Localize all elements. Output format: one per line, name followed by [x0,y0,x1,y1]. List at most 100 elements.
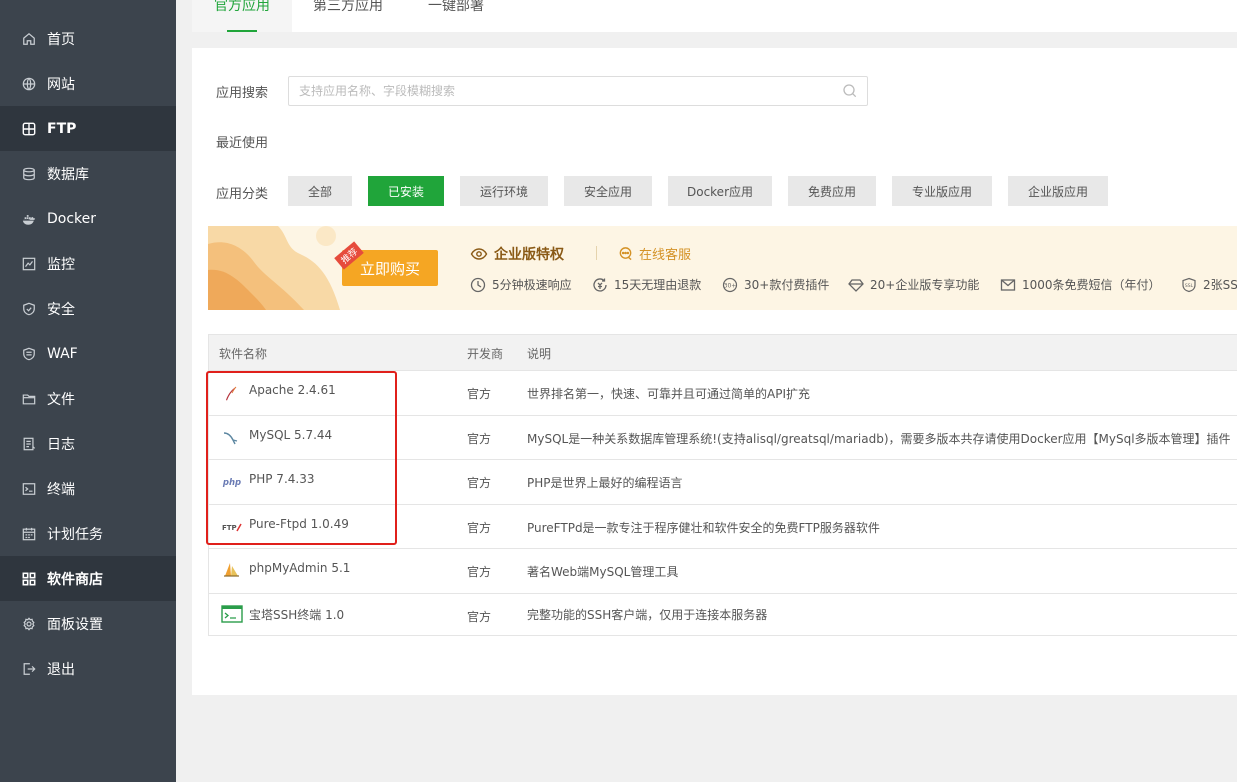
sidebar-item-label: 网站 [47,76,75,93]
category-enterprise[interactable]: 企业版应用 [1008,176,1108,206]
sidebar-item-panel-settings[interactable]: 面板设置 [0,601,176,646]
category-pro[interactable]: 专业版应用 [892,176,992,206]
log-icon [21,436,37,452]
sidebar: 首页 网站 FTP 数据库 Docker 监控 安全 WAF 文件 日志 终端 [0,0,176,782]
software-name[interactable]: phpMyAdmin 5.1 [249,561,350,575]
sidebar-item-label: 终端 [47,481,75,498]
recent-label: 最近使用 [216,136,269,151]
category-all[interactable]: 全部 [288,176,352,206]
buy-now-button[interactable]: 推荐 立即购买 [334,241,438,286]
banner-decoration [208,226,340,310]
search-label: 应用搜索 [216,86,269,101]
mail-icon [1000,277,1016,293]
software-name[interactable]: Pure-Ftpd 1.0.49 [249,517,349,531]
feature-label: 5分钟极速响应 [492,278,572,292]
home-icon [21,31,37,47]
feature-label: 30+款付费插件 [744,278,830,292]
mysql-dolphin-icon [221,429,241,447]
sidebar-item-website[interactable]: 网站 [0,61,176,106]
category-free[interactable]: 免费应用 [788,176,876,206]
globe-icon [21,76,37,92]
sidebar-item-logs[interactable]: 日志 [0,421,176,466]
phpmyadmin-sail-icon [221,561,241,579]
sidebar-item-label: WAF [47,345,78,362]
category-installed[interactable]: 已安装 [368,176,444,206]
sidebar-item-label: 计划任务 [47,526,103,543]
feature-refund: 15天无理由退款 [592,276,701,293]
eye-diamond-icon [470,245,488,263]
sidebar-item-cron[interactable]: 计划任务 [0,511,176,556]
sidebar-item-label: 数据库 [47,166,89,183]
feature-fast-response: 5分钟极速响应 [470,276,572,293]
category-docker[interactable]: Docker应用 [668,176,772,206]
banner-divider [596,246,597,260]
sidebar-item-label: Docker [47,210,97,227]
sidebar-item-waf[interactable]: WAF [0,331,176,376]
sidebar-item-files[interactable]: 文件 [0,376,176,421]
sidebar-item-app-store[interactable]: 软件商店 [0,556,176,601]
waf-shield-icon [21,346,37,362]
software-description: 著名Web端MySQL管理工具 [527,565,679,579]
terminal-icon [21,481,37,497]
software-name[interactable]: MySQL 5.7.44 [249,428,332,442]
search-input[interactable] [289,77,829,105]
search-icon[interactable] [843,84,857,98]
table-row[interactable]: phpMyAdmin 5.1 官方 著名Web端MySQL管理工具 [209,549,1237,594]
software-name[interactable]: 宝塔SSH终端 1.0 [249,606,344,623]
category-label: 应用分类 [216,187,269,202]
table-row[interactable]: Apache 2.4.61 官方 世界排名第一，快速、可靠并且可通过简单的API… [209,371,1237,416]
search-box [288,76,868,106]
sidebar-item-database[interactable]: 数据库 [0,151,176,196]
sidebar-item-label: 文件 [47,391,75,408]
gear-icon [21,616,37,632]
tab-third-party-apps[interactable]: 第三方应用 [298,0,398,32]
category-security[interactable]: 安全应用 [564,176,652,206]
software-vendor: 官方 [467,476,492,490]
clock-icon [470,277,486,293]
sidebar-item-logout[interactable]: 退出 [0,646,176,691]
refund-icon [592,277,608,293]
sidebar-item-docker[interactable]: Docker [0,196,176,241]
table-row[interactable]: MySQL 5.7.44 官方 MySQL是一种关系数据库管理系统!(支持ali… [209,416,1237,460]
tab-label: 第三方应用 [313,0,383,14]
software-vendor: 官方 [467,521,492,535]
table-row[interactable]: FTP Pure-Ftpd 1.0.49 官方 PureFTPd是一款专注于程序… [209,505,1237,549]
buy-now-label: 立即购买 [359,259,420,278]
sidebar-item-terminal[interactable]: 终端 [0,466,176,511]
category-runtime[interactable]: 运行环境 [460,176,548,206]
software-name[interactable]: PHP 7.4.33 [249,472,314,486]
sidebar-item-label: 监控 [47,256,75,273]
feature-label: 20+企业版专享功能 [870,278,980,292]
php-logo-icon: php [221,473,243,491]
diamond-icon [848,277,864,293]
software-name[interactable]: Apache 2.4.61 [249,383,336,397]
sidebar-item-security[interactable]: 安全 [0,286,176,331]
logout-icon [21,661,37,677]
svg-text:FTP: FTP [222,524,237,532]
sidebar-item-label: FTP [47,120,77,137]
sidebar-item-label: 面板设置 [47,616,103,633]
column-header-name[interactable]: 软件名称 [219,345,267,362]
column-header-vendor[interactable]: 开发商 [467,345,503,362]
software-vendor: 官方 [467,565,492,579]
online-service-link[interactable]: 在线客服 [618,244,691,263]
monitor-icon [21,256,37,272]
feature-enterprise-functions: 20+企业版专享功能 [848,276,979,293]
sidebar-item-home[interactable]: 首页 [0,16,176,61]
enterprise-title: 企业版特权 [470,244,564,264]
feature-label: 2张SS [1203,278,1237,292]
sidebar-item-ftp[interactable]: FTP [0,106,176,151]
tab-one-click-deploy[interactable]: 一键部署 [406,0,506,32]
folder-icon [21,391,37,407]
software-description: PHP是世界上最好的编程语言 [527,476,683,490]
table-row[interactable]: php PHP 7.4.33 官方 PHP是世界上最好的编程语言 [209,460,1237,505]
tab-official-apps[interactable]: 官方应用 [192,0,292,32]
apache-feather-icon [221,385,241,403]
svg-text:30+: 30+ [724,282,737,289]
enterprise-banner: 推荐 立即购买 企业版特权 在线客服 5分钟极速响应 15天无理由退款 30+ … [208,226,1237,310]
table-row[interactable]: 宝塔SSH终端 1.0 官方 完整功能的SSH客户端，仅用于连接本服务器 [209,594,1237,636]
online-service-label: 在线客服 [639,248,692,263]
column-header-description[interactable]: 说明 [527,345,551,362]
ftp-globe-icon [21,121,37,137]
sidebar-item-monitor[interactable]: 监控 [0,241,176,286]
